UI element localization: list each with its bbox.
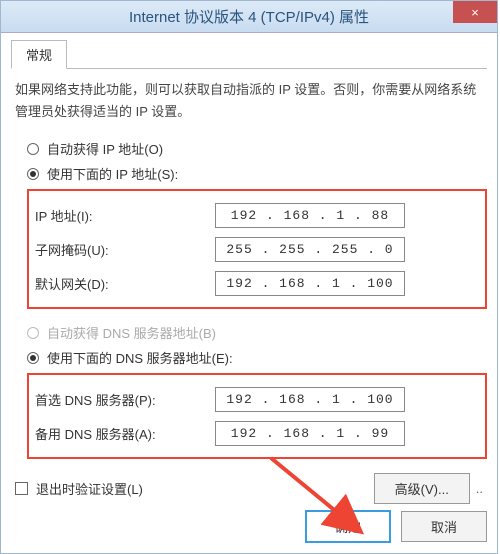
input-ip[interactable]: 192 . 168 . 1 . 88 — [215, 203, 405, 228]
radio-icon — [27, 352, 39, 364]
radio-icon — [27, 327, 39, 339]
input-gateway[interactable]: 192 . 168 . 1 . 100 — [215, 271, 405, 296]
input-pref-dns[interactable]: 192 . 168 . 1 . 100 — [215, 387, 405, 412]
input-alt-dns[interactable]: 192 . 168 . 1 . 99 — [215, 421, 405, 446]
cancel-button[interactable]: 取消 — [401, 511, 487, 542]
properties-dialog: Internet 协议版本 4 (TCP/IPv4) 属性 × 常规 如果网络支… — [0, 0, 498, 554]
row-gateway: 默认网关(D): 192 . 168 . 1 . 100 — [35, 269, 479, 297]
ip-highlight-box: IP 地址(I): 192 . 168 . 1 . 88 子网掩码(U): 25… — [27, 189, 487, 309]
dns-group: 自动获得 DNS 服务器地址(B) 使用下面的 DNS 服务器地址(E): 首选… — [27, 323, 487, 459]
label-ip: IP 地址(I): — [35, 206, 215, 225]
checkbox-validate[interactable]: 退出时验证设置(L) — [15, 479, 143, 498]
tab-general[interactable]: 常规 — [11, 40, 67, 69]
radio-auto-ip[interactable]: 自动获得 IP 地址(O) — [27, 139, 487, 158]
ellipsis-icon: .. — [476, 481, 483, 496]
close-icon: × — [471, 5, 479, 20]
radio-manual-ip-label: 使用下面的 IP 地址(S): — [47, 164, 178, 183]
dialog-footer: 确定 取消 — [11, 510, 487, 543]
radio-auto-dns: 自动获得 DNS 服务器地址(B) — [27, 323, 487, 342]
radio-auto-ip-label: 自动获得 IP 地址(O) — [47, 139, 163, 158]
client-area: 常规 如果网络支持此功能，则可以获取自动指派的 IP 设置。否则，你需要从网络系… — [1, 33, 497, 553]
checkbox-icon — [15, 482, 28, 495]
row-mask: 子网掩码(U): 255 . 255 . 255 . 0 — [35, 235, 479, 263]
dns-highlight-box: 首选 DNS 服务器(P): 192 . 168 . 1 . 100 备用 DN… — [27, 373, 487, 459]
radio-manual-dns[interactable]: 使用下面的 DNS 服务器地址(E): — [27, 348, 487, 367]
radio-auto-dns-label: 自动获得 DNS 服务器地址(B) — [47, 323, 216, 342]
radio-icon — [27, 168, 39, 180]
input-mask[interactable]: 255 . 255 . 255 . 0 — [215, 237, 405, 262]
ip-group: 自动获得 IP 地址(O) 使用下面的 IP 地址(S): IP 地址(I): … — [27, 139, 487, 309]
description-text: 如果网络支持此功能，则可以获取自动指派的 IP 设置。否则，你需要从网络系统管理… — [15, 79, 483, 123]
window-title: Internet 协议版本 4 (TCP/IPv4) 属性 — [1, 6, 497, 27]
tabstrip: 常规 — [11, 39, 487, 69]
label-alt-dns: 备用 DNS 服务器(A): — [35, 424, 215, 443]
label-pref-dns: 首选 DNS 服务器(P): — [35, 390, 215, 409]
row-pref-dns: 首选 DNS 服务器(P): 192 . 168 . 1 . 100 — [35, 385, 479, 413]
radio-manual-dns-label: 使用下面的 DNS 服务器地址(E): — [47, 348, 233, 367]
row-alt-dns: 备用 DNS 服务器(A): 192 . 168 . 1 . 99 — [35, 419, 479, 447]
close-button[interactable]: × — [453, 1, 497, 23]
radio-manual-ip[interactable]: 使用下面的 IP 地址(S): — [27, 164, 487, 183]
label-mask: 子网掩码(U): — [35, 240, 215, 259]
label-gateway: 默认网关(D): — [35, 274, 215, 293]
checkbox-validate-label: 退出时验证设置(L) — [36, 479, 143, 498]
titlebar: Internet 协议版本 4 (TCP/IPv4) 属性 × — [1, 1, 497, 33]
radio-icon — [27, 143, 39, 155]
advanced-button[interactable]: 高级(V)... — [374, 473, 470, 504]
ok-button[interactable]: 确定 — [305, 510, 391, 543]
row-ip: IP 地址(I): 192 . 168 . 1 . 88 — [35, 201, 479, 229]
